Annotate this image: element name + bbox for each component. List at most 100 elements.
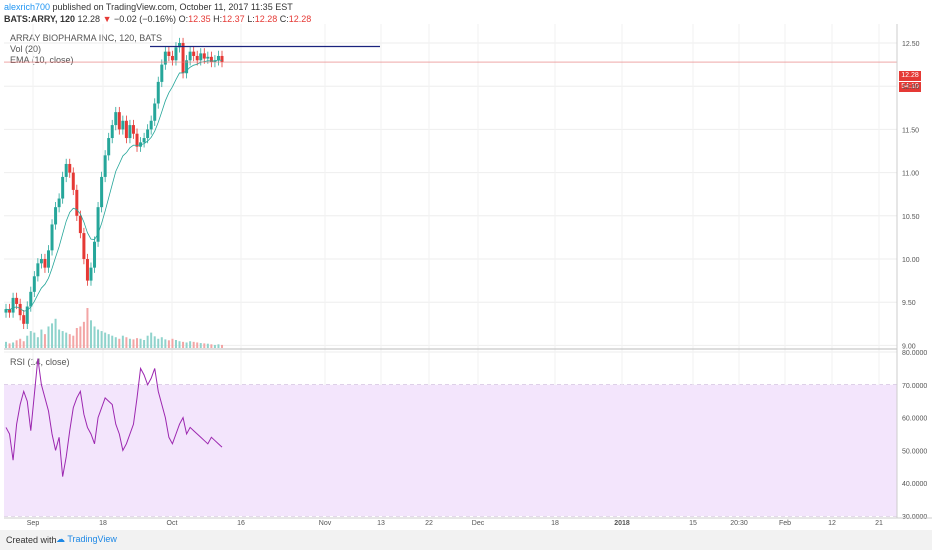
candle-body	[43, 259, 47, 268]
volume-bar	[221, 344, 223, 348]
candle-body	[181, 43, 185, 74]
volume-bar	[72, 335, 75, 348]
volume-bar	[58, 329, 61, 348]
volume-bar	[68, 334, 71, 348]
price-tick-label: 12.50	[902, 41, 920, 48]
volume-bar	[86, 308, 89, 348]
candle-body	[75, 189, 79, 216]
volume-bar	[160, 337, 163, 348]
volume-bar	[171, 338, 174, 348]
volume-bar	[65, 332, 68, 348]
time-tick-label: 12	[828, 520, 836, 527]
candle-body	[68, 163, 72, 173]
candle-body	[32, 276, 36, 292]
footer-bar: Created with ☁ TradingView	[0, 530, 932, 550]
volume-bar	[213, 344, 216, 348]
volume-bars	[5, 308, 223, 348]
volume-bar	[54, 318, 57, 348]
candle-body	[149, 120, 153, 130]
volume-bar	[189, 341, 192, 348]
volume-bar	[100, 331, 103, 348]
volume-bar	[206, 343, 209, 348]
price-axis: 12.5012.0011.5011.0010.5010.009.509.00	[902, 41, 920, 350]
volume-bar	[199, 343, 202, 348]
candle-body	[195, 55, 199, 61]
time-tick-label: 16	[237, 520, 245, 527]
volume-bar	[12, 342, 15, 348]
volume-bar	[150, 332, 153, 348]
candle-body	[15, 297, 19, 304]
time-tick-label: Sep	[27, 520, 40, 527]
volume-bar	[182, 341, 185, 348]
candle-body	[146, 129, 150, 139]
volume-bar	[40, 329, 43, 348]
chart-canvas[interactable]: 12.5012.0011.5011.0010.5010.009.509.00 8…	[0, 0, 932, 530]
candle-body	[128, 125, 132, 139]
volume-bar	[47, 326, 50, 348]
candle-body	[93, 241, 97, 268]
candle-body	[50, 224, 54, 251]
candle-body	[110, 125, 114, 139]
candle-body	[57, 198, 61, 208]
volume-bar	[192, 341, 195, 348]
candle-body	[121, 120, 125, 130]
candle-body	[54, 207, 58, 225]
candle-body	[78, 215, 82, 234]
candle-body	[107, 138, 111, 156]
volume-bar	[8, 343, 11, 348]
candle-body	[153, 103, 157, 121]
candle-body	[39, 259, 43, 264]
volume-bar	[125, 337, 128, 348]
volume-bar	[132, 339, 135, 348]
candle-body	[71, 172, 75, 190]
volume-bar	[19, 338, 22, 348]
candle-body	[124, 120, 128, 139]
candle-body	[170, 55, 174, 61]
time-axis: Sep 18 Oct 16 Nov 13 22 Dec 18 2018 15 20:30 Feb 12 21	[27, 520, 883, 527]
price-tick-label: 10.00	[902, 257, 920, 264]
brand-text: TradingView	[67, 534, 117, 544]
time-tick-label: 22	[425, 520, 433, 527]
candle-body	[163, 51, 167, 65]
candle-body	[61, 176, 65, 199]
volume-bar	[196, 342, 199, 348]
volume-bar	[217, 344, 220, 348]
price-tick-label: 11.00	[902, 171, 919, 178]
candles	[4, 37, 224, 329]
time-tick-label: Oct	[167, 520, 178, 527]
time-tick-label: 18	[551, 520, 559, 527]
candle-body	[156, 81, 160, 104]
volume-bar	[139, 338, 142, 348]
candle-body	[29, 291, 33, 307]
volume-bar	[104, 332, 107, 348]
candle-body	[192, 51, 196, 56]
candle-body	[103, 155, 107, 177]
candle-body	[202, 53, 206, 59]
tradingview-logo[interactable]: ☁ TradingView	[56, 534, 117, 545]
candle-body	[114, 112, 118, 126]
time-tick-label: 21	[875, 520, 883, 527]
volume-bar	[29, 331, 32, 348]
volume-bar	[97, 329, 100, 348]
volume-bar	[15, 340, 18, 348]
candle-body	[46, 250, 50, 268]
volume-bar	[5, 341, 7, 348]
volume-bar	[118, 338, 121, 348]
candle-body	[64, 163, 68, 177]
candle-body	[188, 51, 192, 61]
price-tick-label: 9.50	[902, 300, 916, 307]
time-tick-label: Nov	[319, 520, 332, 527]
volume-bar	[167, 340, 170, 348]
volume-bar	[114, 337, 117, 348]
rsi-tick-label: 60.0000	[902, 416, 927, 423]
price-tick-label: 12.00	[902, 84, 920, 91]
volume-bar	[153, 336, 156, 348]
volume-bar	[93, 326, 96, 348]
price-tick-label: 10.50	[902, 214, 920, 221]
volume-bar	[79, 326, 82, 348]
time-tick-label: 20:30	[730, 520, 748, 527]
cloud-icon: ☁	[56, 534, 65, 544]
volume-bar	[33, 332, 36, 348]
rsi-tick-label: 80.0000	[902, 350, 927, 357]
volume-bar	[82, 321, 85, 348]
